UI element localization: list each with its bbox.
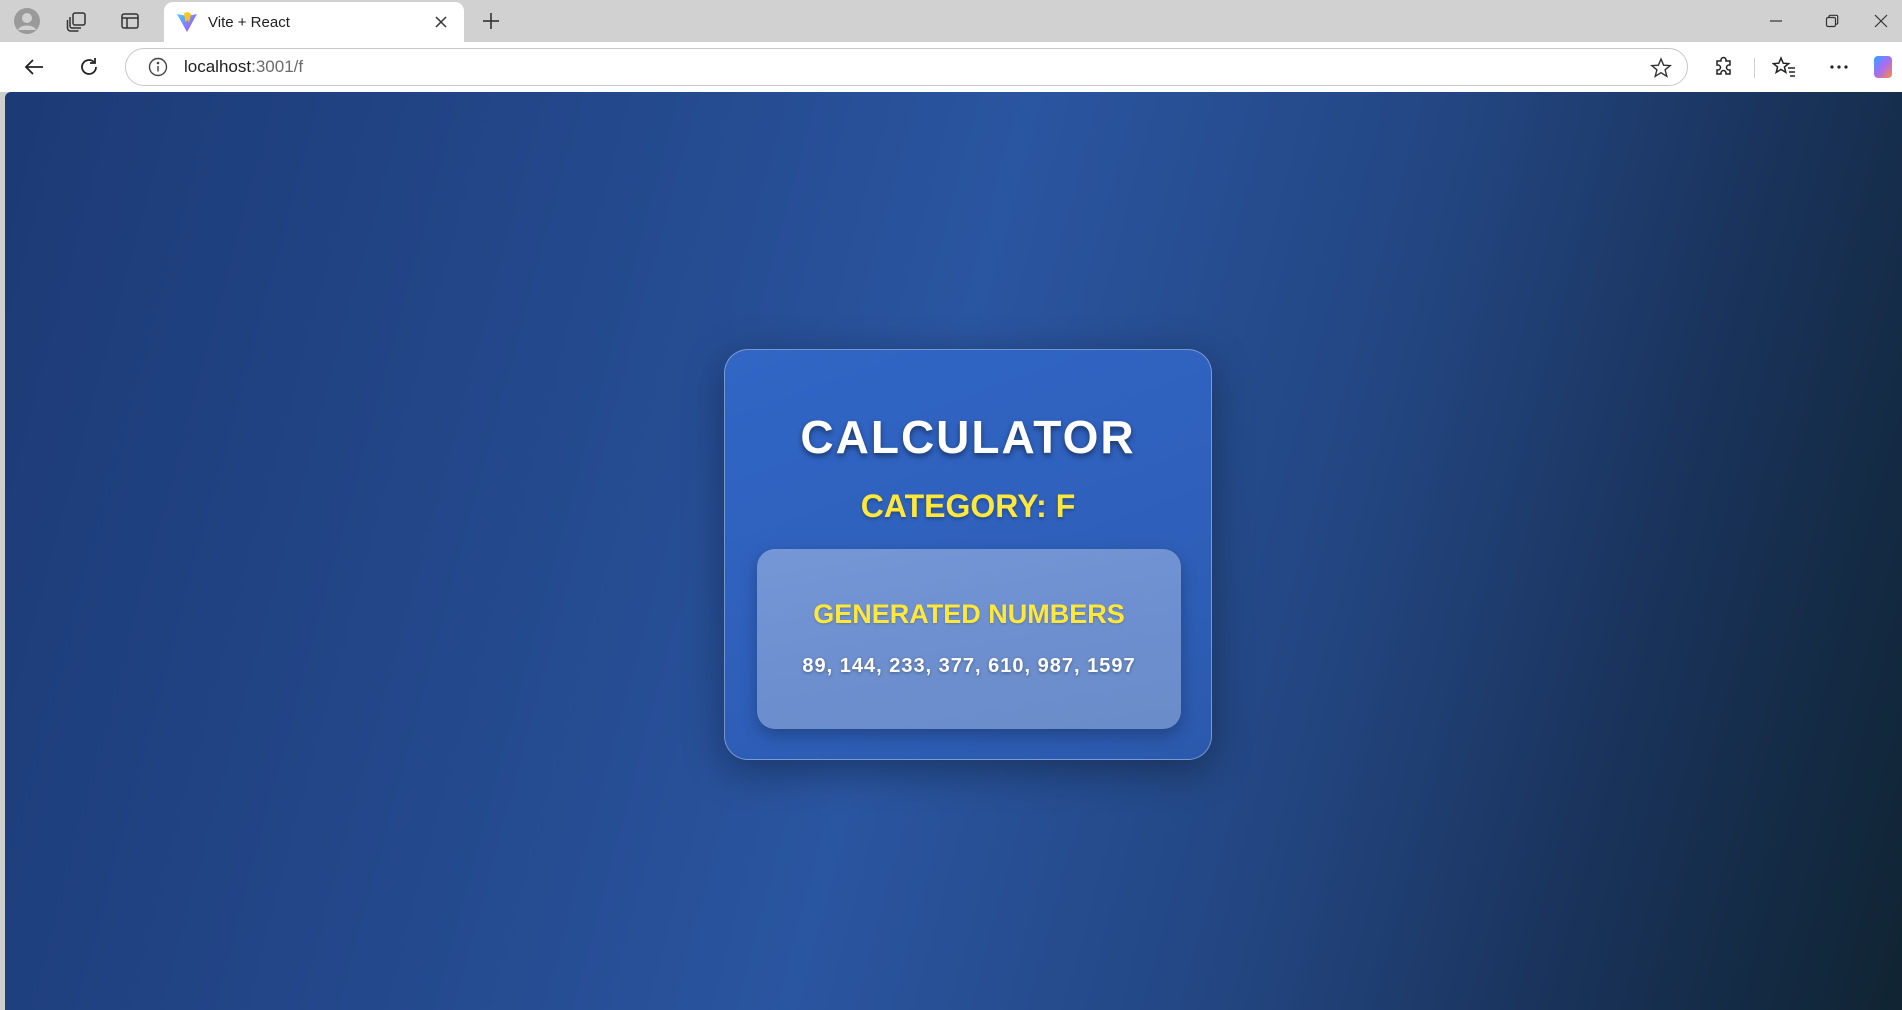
- tab-title: Vite + React: [208, 13, 290, 31]
- workspaces-button[interactable]: [60, 6, 94, 36]
- back-button[interactable]: [16, 50, 52, 84]
- profile-icon: [14, 8, 40, 34]
- tab-strip: Vite + React: [0, 0, 1902, 42]
- star-icon: [1650, 57, 1672, 78]
- copilot-icon: [1874, 56, 1892, 78]
- panel-title: GENERATED NUMBERS: [813, 599, 1125, 629]
- tab-close-button[interactable]: [428, 9, 454, 35]
- favorites-icon: [1772, 56, 1795, 77]
- url-text[interactable]: localhost:3001/f: [184, 57, 303, 77]
- page-viewport: CALCULATOR CATEGORY: F GENERATED NUMBERS…: [5, 92, 1902, 1010]
- restore-button[interactable]: [1804, 0, 1860, 42]
- generated-numbers-list: 89, 144, 233, 377, 610, 987, 1597: [802, 655, 1136, 677]
- extensions-icon: [1716, 56, 1731, 75]
- category-label: CATEGORY: F: [860, 488, 1076, 524]
- back-arrow-icon: [24, 59, 43, 75]
- generated-numbers-panel: GENERATED NUMBERS 89, 144, 233, 377, 610…: [757, 549, 1181, 729]
- extensions-button[interactable]: [1706, 50, 1742, 84]
- address-bar[interactable]: localhost:3001/f: [125, 48, 1688, 86]
- favorites-button[interactable]: [1766, 50, 1802, 84]
- close-window-button[interactable]: [1860, 0, 1902, 42]
- more-button[interactable]: [1821, 50, 1857, 84]
- url-path: :3001/f: [251, 57, 304, 76]
- refresh-button[interactable]: [71, 50, 107, 84]
- vite-logo-icon: [177, 12, 197, 32]
- vertical-tabs-icon: [121, 13, 139, 29]
- close-icon: [435, 16, 447, 28]
- profile-button[interactable]: [10, 6, 44, 36]
- minimize-icon: [1770, 20, 1782, 22]
- plus-icon: [483, 13, 499, 29]
- calculator-card: CALCULATOR CATEGORY: F GENERATED NUMBERS…: [724, 349, 1212, 760]
- info-icon[interactable]: [148, 57, 168, 77]
- restore-icon: [1825, 14, 1839, 28]
- more-icon: [1830, 65, 1848, 69]
- card-title: CALCULATOR: [800, 411, 1136, 463]
- workspaces-icon: [66, 12, 86, 32]
- url-host: localhost: [184, 57, 252, 76]
- vertical-tabs-button[interactable]: [113, 6, 147, 36]
- copilot-button[interactable]: [1872, 50, 1902, 84]
- minimize-button[interactable]: [1748, 0, 1804, 42]
- toolbar-separator: [1754, 58, 1755, 78]
- close-window-icon: [1874, 14, 1888, 28]
- favorite-button[interactable]: [1649, 56, 1673, 80]
- active-tab[interactable]: Vite + React: [164, 2, 464, 42]
- new-tab-button[interactable]: [474, 6, 508, 36]
- browser-toolbar: localhost:3001/f: [0, 42, 1902, 92]
- refresh-icon: [81, 58, 97, 75]
